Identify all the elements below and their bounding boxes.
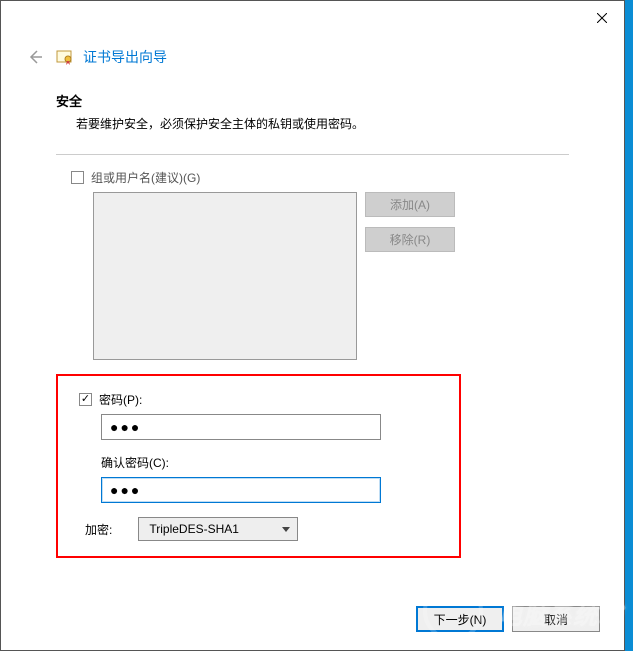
encryption-row: 加密: TripleDES-SHA1 [85, 517, 444, 541]
encryption-select[interactable]: TripleDES-SHA1 [138, 517, 298, 541]
form-area: 组或用户名(建议)(G) 添加(A) 移除(R) 密码(P): ●●● [56, 169, 569, 558]
arrow-left-icon [27, 49, 43, 65]
group-checkbox-label: 组或用户名(建议)(G) [91, 169, 200, 186]
password-checkbox-label: 密码(P): [99, 391, 142, 408]
group-buttons: 添加(A) 移除(R) [365, 192, 455, 360]
wizard-header: 证书导出向导 [1, 35, 624, 85]
titlebar [1, 1, 624, 35]
group-checkbox[interactable] [71, 171, 84, 184]
encryption-selected: TripleDES-SHA1 [149, 522, 239, 536]
back-button[interactable] [25, 47, 45, 67]
password-value: ●●● [110, 419, 141, 435]
close-button[interactable] [580, 1, 624, 35]
encryption-label: 加密: [85, 521, 112, 538]
section-title: 安全 [56, 91, 569, 115]
password-checkbox[interactable] [79, 393, 92, 406]
group-principals-row: 添加(A) 移除(R) [93, 192, 569, 360]
divider [56, 154, 569, 155]
group-listbox [93, 192, 357, 360]
remove-button: 移除(R) [365, 227, 455, 252]
wizard-title: 证书导出向导 [83, 47, 167, 67]
password-section: 密码(P): ●●● 确认密码(C): ●●● 加密: TripleDES-SH… [73, 391, 444, 541]
password-input[interactable]: ●●● [101, 414, 381, 440]
certificate-icon [55, 48, 73, 66]
confirm-password-value: ●●● [110, 482, 141, 498]
content: 安全 若要维护安全，必须保护安全主体的私钥或使用密码。 组或用户名(建议)(G)… [1, 85, 624, 568]
confirm-password-label: 确认密码(C): [101, 454, 444, 471]
close-icon [597, 13, 607, 23]
add-button: 添加(A) [365, 192, 455, 217]
highlight-annotation: 密码(P): ●●● 确认密码(C): ●●● 加密: TripleDES-SH… [56, 374, 461, 558]
confirm-password-input[interactable]: ●●● [101, 477, 381, 503]
cancel-button[interactable]: 取消 [512, 606, 600, 632]
wizard-dialog: 证书导出向导 安全 若要维护安全，必须保护安全主体的私钥或使用密码。 组或用户名… [0, 0, 625, 651]
next-button[interactable]: 下一步(N) [416, 606, 504, 632]
footer-buttons: 下一步(N) 取消 [416, 606, 600, 632]
desktop-background-strip [625, 0, 633, 651]
password-checkbox-row[interactable]: 密码(P): [79, 391, 444, 408]
section-description: 若要维护安全，必须保护安全主体的私钥或使用密码。 [56, 115, 569, 154]
group-checkbox-row[interactable]: 组或用户名(建议)(G) [71, 169, 569, 186]
chevron-down-icon [281, 524, 291, 534]
